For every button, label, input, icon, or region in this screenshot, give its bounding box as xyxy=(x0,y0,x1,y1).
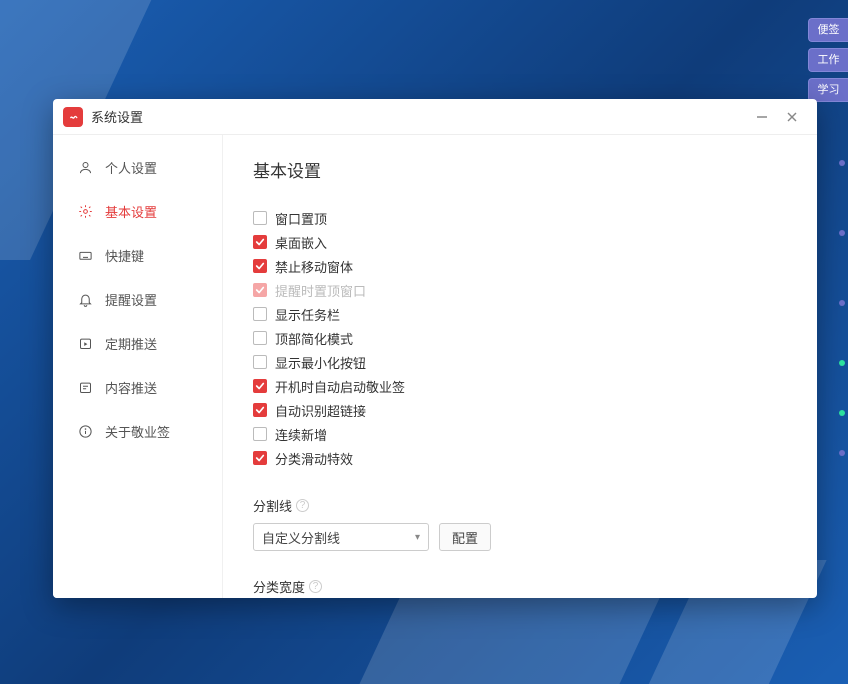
checkbox xyxy=(253,283,267,297)
content-area: 基本设置 窗口置顶桌面嵌入禁止移动窗体提醒时置顶窗口显示任务栏顶部简化模式显示最… xyxy=(223,135,817,598)
sidebar-item-shortcuts[interactable]: 快捷键 xyxy=(53,233,222,277)
checkbox-list: 窗口置顶桌面嵌入禁止移动窗体提醒时置顶窗口显示任务栏顶部简化模式显示最小化按钮开… xyxy=(253,206,787,470)
calendar-push-icon xyxy=(77,335,93,351)
side-indicator xyxy=(839,300,845,306)
checkbox[interactable] xyxy=(253,403,267,417)
sidebar-item-content-push[interactable]: 内容推送 xyxy=(53,365,222,409)
user-icon xyxy=(77,159,93,175)
checkbox-label: 禁止移动窗体 xyxy=(275,257,353,276)
sidebar-item-about[interactable]: 关于敬业签 xyxy=(53,409,222,453)
checkbox[interactable] xyxy=(253,451,267,465)
help-icon[interactable]: ? xyxy=(309,580,322,593)
content-push-icon xyxy=(77,379,93,395)
sidebar-item-personal[interactable]: 个人设置 xyxy=(53,145,222,189)
side-tab-work[interactable]: 工作 xyxy=(808,48,848,72)
sidebar-item-label: 个人设置 xyxy=(105,158,157,177)
close-button[interactable] xyxy=(777,99,807,135)
sidebar-item-label: 内容推送 xyxy=(105,378,157,397)
side-indicator xyxy=(839,230,845,236)
help-icon[interactable]: ? xyxy=(296,499,309,512)
checkbox-label: 顶部简化模式 xyxy=(275,329,353,348)
checkbox[interactable] xyxy=(253,211,267,225)
bell-icon xyxy=(77,291,93,307)
divider-dropdown-value: 自定义分割线 xyxy=(262,528,340,547)
checkbox-row[interactable]: 开机时自动启动敬业签 xyxy=(253,374,787,398)
minimize-button[interactable] xyxy=(747,99,777,135)
keyboard-icon xyxy=(77,247,93,263)
chevron-down-icon: ▾ xyxy=(415,532,420,543)
sidebar-item-schedule-push[interactable]: 定期推送 xyxy=(53,321,222,365)
checkbox[interactable] xyxy=(253,355,267,369)
sidebar-item-label: 关于敬业签 xyxy=(105,422,170,441)
checkbox-row[interactable]: 顶部简化模式 xyxy=(253,326,787,350)
settings-window: 系统设置 个人设置 基本设置 xyxy=(53,99,817,598)
sidebar-item-label: 提醒设置 xyxy=(105,290,157,309)
checkbox-label: 提醒时置顶窗口 xyxy=(275,281,366,300)
checkbox-label: 开机时自动启动敬业签 xyxy=(275,377,405,396)
sidebar-item-basic[interactable]: 基本设置 xyxy=(53,189,222,233)
checkbox-row[interactable]: 窗口置顶 xyxy=(253,206,787,230)
titlebar: 系统设置 xyxy=(53,99,817,135)
checkbox[interactable] xyxy=(253,235,267,249)
sidebar-item-label: 快捷键 xyxy=(105,246,144,265)
divider-dropdown[interactable]: 自定义分割线 ▾ xyxy=(253,523,429,551)
checkbox-row[interactable]: 桌面嵌入 xyxy=(253,230,787,254)
side-indicator xyxy=(839,450,845,456)
app-icon xyxy=(63,107,83,127)
content-heading: 基本设置 xyxy=(253,157,787,182)
side-indicator-green xyxy=(839,360,845,366)
checkbox-row[interactable]: 显示任务栏 xyxy=(253,302,787,326)
sidebar: 个人设置 基本设置 快捷键 提醒设置 xyxy=(53,135,223,598)
checkbox-row[interactable]: 显示最小化按钮 xyxy=(253,350,787,374)
checkbox[interactable] xyxy=(253,259,267,273)
side-indicator-green xyxy=(839,410,845,416)
checkbox-label: 窗口置顶 xyxy=(275,209,327,228)
checkbox-label: 桌面嵌入 xyxy=(275,233,327,252)
checkbox[interactable] xyxy=(253,331,267,345)
sidebar-item-label: 基本设置 xyxy=(105,202,157,221)
sidebar-item-label: 定期推送 xyxy=(105,334,157,353)
checkbox-label: 连续新增 xyxy=(275,425,327,444)
checkbox[interactable] xyxy=(253,307,267,321)
checkbox-row[interactable]: 禁止移动窗体 xyxy=(253,254,787,278)
divider-section-label: 分割线 ? xyxy=(253,496,787,515)
side-tab-notes[interactable]: 便签 xyxy=(808,18,848,42)
divider-config-button[interactable]: 配置 xyxy=(439,523,491,551)
gear-icon xyxy=(77,203,93,219)
checkbox-label: 分类滑动特效 xyxy=(275,449,353,468)
side-indicator xyxy=(839,160,845,166)
category-width-label: 分类宽度 ? xyxy=(253,577,787,596)
checkbox-row: 提醒时置顶窗口 xyxy=(253,278,787,302)
info-icon xyxy=(77,423,93,439)
checkbox-row[interactable]: 自动识别超链接 xyxy=(253,398,787,422)
checkbox-label: 显示任务栏 xyxy=(275,305,340,324)
checkbox-label: 自动识别超链接 xyxy=(275,401,366,420)
checkbox[interactable] xyxy=(253,427,267,441)
checkbox-label: 显示最小化按钮 xyxy=(275,353,366,372)
checkbox-row[interactable]: 连续新增 xyxy=(253,422,787,446)
checkbox[interactable] xyxy=(253,379,267,393)
sidebar-item-reminder[interactable]: 提醒设置 xyxy=(53,277,222,321)
checkbox-row[interactable]: 分类滑动特效 xyxy=(253,446,787,470)
window-title: 系统设置 xyxy=(91,107,143,126)
